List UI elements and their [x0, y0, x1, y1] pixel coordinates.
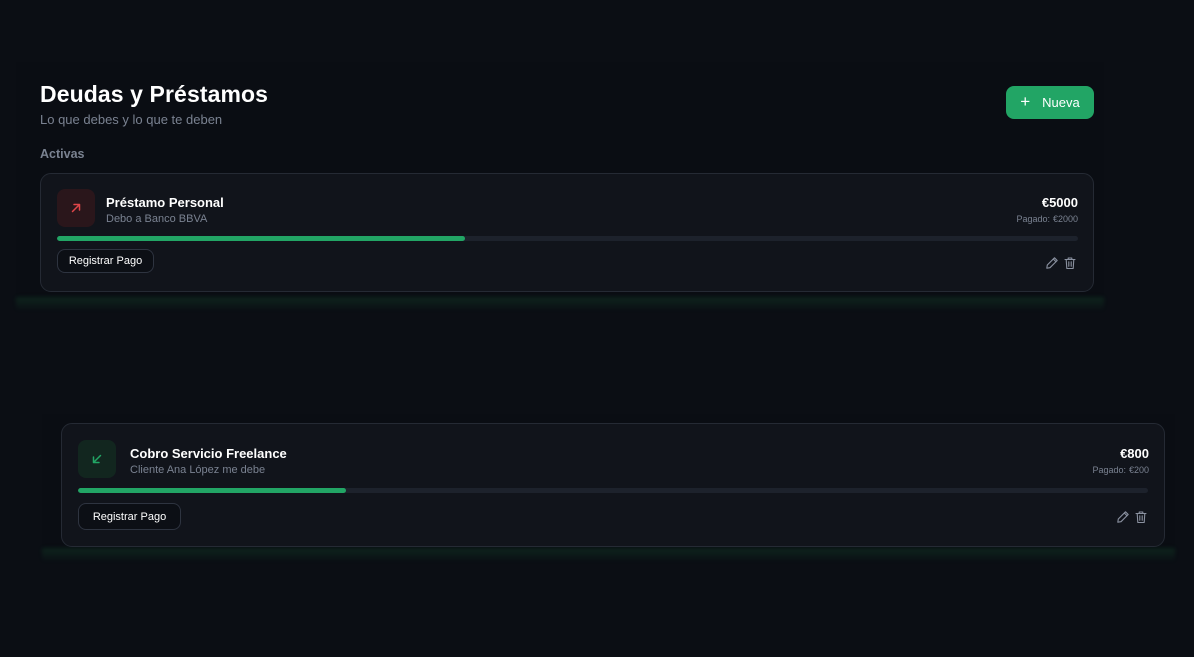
progress-track: [57, 236, 1078, 241]
progress-fill: [78, 488, 346, 493]
page-title: Deudas y Préstamos: [40, 81, 269, 107]
panel-glow: [16, 297, 1104, 311]
card-description: Debo a Banco BBVA: [106, 213, 208, 225]
progress-fill: [57, 236, 466, 241]
card-title: Préstamo Personal: [106, 195, 224, 210]
loan-type-badge: [78, 440, 116, 478]
card-amount: €800: [1120, 446, 1149, 461]
card-paid: Pagado: €2000: [1016, 214, 1078, 224]
new-item-button[interactable]: + Nueva: [1006, 86, 1094, 119]
card-actions: [1045, 256, 1077, 270]
card-paid: Pagado: €200: [1092, 465, 1149, 475]
register-payment-label: Registrar Pago: [68, 255, 143, 267]
arrow-up-right-icon: [71, 203, 81, 213]
paid-amount: €200: [1128, 465, 1149, 475]
card-description: Cliente Ana López me debe: [130, 464, 266, 476]
edit-icon[interactable]: [1045, 256, 1059, 270]
card-title: Cobro Servicio Freelance: [130, 446, 287, 461]
progress-track: [78, 488, 1148, 493]
panel-glow: [42, 548, 1175, 562]
paid-label: Pagado:: [1092, 465, 1126, 475]
loan-card: Cobro Servicio Freelance Cliente Ana Lóp…: [61, 423, 1165, 547]
card-amount: €5000: [1041, 195, 1078, 210]
card-actions: [1116, 510, 1148, 524]
edit-icon[interactable]: [1116, 510, 1130, 524]
trash-icon[interactable]: [1134, 510, 1148, 524]
debt-type-badge: [57, 189, 95, 227]
register-payment-button[interactable]: Registrar Pago: [57, 249, 154, 273]
paid-label: Pagado:: [1016, 214, 1050, 224]
section-label-active: Activas: [40, 147, 85, 161]
plus-icon: +: [1020, 92, 1031, 111]
register-payment-button[interactable]: Registrar Pago: [78, 503, 181, 530]
page-subtitle: Lo que debes y lo que te deben: [40, 112, 223, 127]
debt-card: Préstamo Personal Debo a Banco BBVA €500…: [40, 173, 1094, 292]
new-button-label: Nueva: [1042, 95, 1080, 110]
paid-amount: €2000: [1052, 214, 1078, 224]
arrow-down-left-icon: [92, 454, 102, 464]
register-payment-label: Registrar Pago: [92, 510, 167, 523]
trash-icon[interactable]: [1063, 256, 1077, 270]
debts-page: Deudas y Préstamos Lo que debes y lo que…: [0, 0, 1194, 657]
